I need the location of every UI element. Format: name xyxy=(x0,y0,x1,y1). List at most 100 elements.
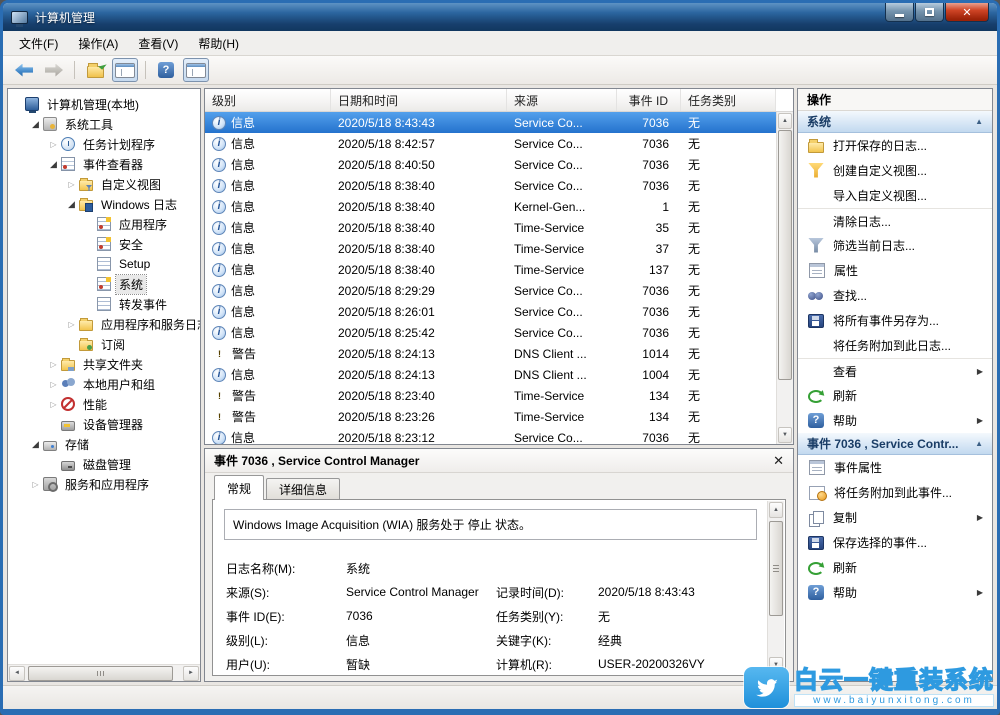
tree-item[interactable]: 计算机管理(本地) xyxy=(8,94,200,114)
event-row[interactable]: i信息2020/5/18 8:29:29Service Co...7036无 xyxy=(205,280,776,301)
tree-item[interactable]: 应用程序 xyxy=(8,214,200,234)
menu-item-0[interactable]: 文件(F) xyxy=(9,31,68,56)
action-item[interactable]: 属性 xyxy=(798,258,992,283)
event-row[interactable]: !警告2020/5/18 8:23:26Time-Service134无 xyxy=(205,406,776,427)
action-item[interactable]: 筛选当前日志... xyxy=(798,233,992,258)
action-section-header-0[interactable]: 系统▲ xyxy=(798,111,992,133)
action-item[interactable]: 将任务附加到此日志... xyxy=(798,333,992,358)
tree-item[interactable]: ▷任务计划程序 xyxy=(8,134,200,154)
event-row[interactable]: i信息2020/5/18 8:43:43Service Co...7036无 xyxy=(205,112,776,133)
expander-open-icon[interactable]: ◢ xyxy=(28,119,43,130)
close-icon[interactable]: ✕ xyxy=(773,453,784,469)
action-item[interactable]: 导入自定义视图... xyxy=(798,183,992,208)
action-item[interactable]: 查找... xyxy=(798,283,992,308)
help-button[interactable] xyxy=(153,58,179,82)
expander-open-icon[interactable]: ◢ xyxy=(64,199,79,210)
event-list-scrollbar[interactable]: ▲ ▼ xyxy=(776,112,793,444)
scroll-down-button[interactable]: ▼ xyxy=(778,427,792,443)
expander-closed-icon[interactable]: ▷ xyxy=(46,360,61,369)
tree-item[interactable]: 订阅 xyxy=(8,334,200,354)
tree-item[interactable]: ▷本地用户和组 xyxy=(8,374,200,394)
event-row[interactable]: i信息2020/5/18 8:38:40Kernel-Gen...1无 xyxy=(205,196,776,217)
tree-item[interactable]: 转发事件 xyxy=(8,294,200,314)
action-item[interactable]: 将任务附加到此事件... xyxy=(798,480,992,505)
scrollbar-thumb[interactable] xyxy=(28,666,173,681)
tree-item[interactable]: ◢系统工具 xyxy=(8,114,200,134)
scroll-up-button[interactable]: ▲ xyxy=(778,113,792,129)
expander-open-icon[interactable]: ◢ xyxy=(28,439,43,450)
tree-item[interactable]: ◢Windows 日志 xyxy=(8,194,200,214)
event-row[interactable]: i信息2020/5/18 8:40:50Service Co...7036无 xyxy=(205,154,776,175)
column-header-0[interactable]: 级别 xyxy=(205,89,331,111)
action-item[interactable]: 帮助▶ xyxy=(798,580,992,605)
tree-horizontal-scrollbar[interactable]: ◄ ► xyxy=(8,664,200,681)
event-row[interactable]: i信息2020/5/18 8:38:40Time-Service35无 xyxy=(205,217,776,238)
console-tree-toggle-button[interactable] xyxy=(112,58,138,82)
tree-item[interactable]: ▷自定义视图 xyxy=(8,174,200,194)
expander-closed-icon[interactable]: ▷ xyxy=(46,400,61,409)
action-pane-toggle-button[interactable] xyxy=(183,58,209,82)
tree-item[interactable]: ◢存储 xyxy=(8,434,200,454)
scroll-left-button[interactable]: ◄ xyxy=(9,666,25,681)
export-list-button[interactable] xyxy=(82,58,108,82)
scrollbar-thumb[interactable] xyxy=(778,130,792,380)
action-item[interactable]: 创建自定义视图... xyxy=(798,158,992,183)
event-row[interactable]: i信息2020/5/18 8:38:40Time-Service137无 xyxy=(205,259,776,280)
action-item[interactable]: 清除日志... xyxy=(798,208,992,233)
column-header-3[interactable]: 事件 ID xyxy=(617,89,681,111)
expander-closed-icon[interactable]: ▷ xyxy=(46,380,61,389)
event-row[interactable]: i信息2020/5/18 8:38:40Time-Service37无 xyxy=(205,238,776,259)
event-row[interactable]: i信息2020/5/18 8:26:01Service Co...7036无 xyxy=(205,301,776,322)
tab-general[interactable]: 常规 xyxy=(214,475,264,500)
menu-item-1[interactable]: 操作(A) xyxy=(68,31,128,56)
expander-closed-icon[interactable]: ▷ xyxy=(28,480,43,489)
expander-closed-icon[interactable]: ▷ xyxy=(46,140,61,149)
tree-item[interactable]: Setup xyxy=(8,254,200,274)
tree-item[interactable]: 系统 xyxy=(8,274,200,294)
expander-closed-icon[interactable]: ▷ xyxy=(64,320,79,329)
forward-button[interactable] xyxy=(41,58,67,82)
menu-item-2[interactable]: 查看(V) xyxy=(128,31,188,56)
tree-item[interactable]: ▷应用程序和服务日志 xyxy=(8,314,200,334)
tab-details[interactable]: 详细信息 xyxy=(266,478,340,499)
tree-item[interactable]: ▷共享文件夹 xyxy=(8,354,200,374)
action-item[interactable]: 打开保存的日志... xyxy=(798,133,992,158)
close-button[interactable]: ✕ xyxy=(945,3,989,22)
action-item[interactable]: 刷新 xyxy=(798,555,992,580)
event-row[interactable]: i信息2020/5/18 8:23:12Service Co...7036无 xyxy=(205,427,776,444)
maximize-button[interactable] xyxy=(915,3,944,22)
tree-item[interactable]: ▷服务和应用程序 xyxy=(8,474,200,494)
back-button[interactable] xyxy=(11,58,37,82)
tree-item[interactable]: 安全 xyxy=(8,234,200,254)
column-header-2[interactable]: 来源 xyxy=(507,89,617,111)
detail-scrollbar[interactable]: ▲ ▼ xyxy=(767,501,784,674)
event-row[interactable]: !警告2020/5/18 8:23:40Time-Service134无 xyxy=(205,385,776,406)
scrollbar-thumb[interactable] xyxy=(769,521,783,616)
tree-item[interactable]: ◢事件查看器 xyxy=(8,154,200,174)
scroll-up-button[interactable]: ▲ xyxy=(769,502,783,518)
menu-item-3[interactable]: 帮助(H) xyxy=(188,31,249,56)
tree-item[interactable]: ▷性能 xyxy=(8,394,200,414)
action-item[interactable]: 刷新 xyxy=(798,383,992,408)
expander-closed-icon[interactable]: ▷ xyxy=(64,180,79,189)
event-row[interactable]: i信息2020/5/18 8:42:57Service Co...7036无 xyxy=(205,133,776,154)
scroll-right-button[interactable]: ► xyxy=(183,666,199,681)
action-item[interactable]: 事件属性 xyxy=(798,455,992,480)
action-item[interactable]: 保存选择的事件... xyxy=(798,530,992,555)
event-row[interactable]: i信息2020/5/18 8:38:40Service Co...7036无 xyxy=(205,175,776,196)
column-header-1[interactable]: 日期和时间 xyxy=(331,89,507,111)
event-row[interactable]: i信息2020/5/18 8:24:13DNS Client ...1004无 xyxy=(205,364,776,385)
tree-item[interactable]: 磁盘管理 xyxy=(8,454,200,474)
minimize-button[interactable] xyxy=(885,3,914,22)
warning-icon: ! xyxy=(212,347,227,360)
event-row[interactable]: !警告2020/5/18 8:24:13DNS Client ...1014无 xyxy=(205,343,776,364)
tree-item[interactable]: 设备管理器 xyxy=(8,414,200,434)
event-row[interactable]: i信息2020/5/18 8:25:42Service Co...7036无 xyxy=(205,322,776,343)
action-item[interactable]: 复制▶ xyxy=(798,505,992,530)
expander-open-icon[interactable]: ◢ xyxy=(46,159,61,170)
action-item[interactable]: 将所有事件另存为... xyxy=(798,308,992,333)
action-item[interactable]: 查看▶ xyxy=(798,358,992,383)
column-header-4[interactable]: 任务类别 xyxy=(681,89,776,111)
action-section-header-1[interactable]: 事件 7036 , Service Contr...▲ xyxy=(798,433,992,455)
action-item[interactable]: 帮助▶ xyxy=(798,408,992,433)
